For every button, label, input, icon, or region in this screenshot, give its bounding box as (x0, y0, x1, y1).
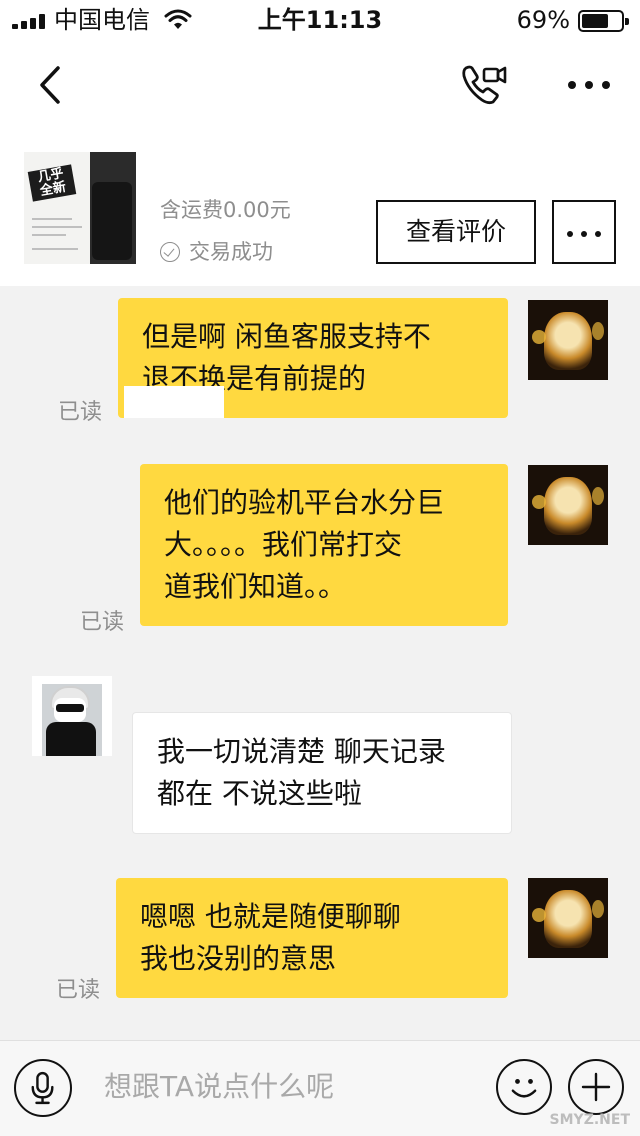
chat-area[interactable]: 但是啊 闲鱼客服支持不 退不换是有前提的 已读 他们的验机平台水分巨 大。。。。… (0, 286, 640, 1040)
read-status: 已读 (58, 400, 103, 425)
chevron-left-icon[interactable] (30, 60, 74, 110)
my-avatar[interactable] (528, 300, 608, 380)
contact-avatar[interactable] (32, 676, 112, 756)
read-status: 已读 (56, 978, 101, 1003)
smile-icon[interactable] (496, 1059, 552, 1115)
input-bar: 想跟TA说点什么呢 SMYZ.NET (0, 1040, 640, 1136)
message-bubble[interactable]: 嗯嗯 也就是随便聊聊 我也没别的意思 (116, 878, 508, 998)
watermark: SMYZ.NET (549, 1112, 630, 1128)
product-thumbnail[interactable]: 几乎 全新 (24, 152, 136, 264)
more-horizontal-icon[interactable] (562, 70, 618, 100)
microphone-icon[interactable] (14, 1059, 72, 1117)
deal-status-text: 交易成功 (189, 240, 273, 264)
battery-icon (578, 10, 629, 32)
phone-video-icon[interactable] (458, 60, 510, 110)
more-options-button[interactable] (552, 200, 616, 264)
message-input[interactable]: 想跟TA说点什么呢 (104, 1069, 334, 1105)
my-avatar[interactable] (528, 465, 608, 545)
more-horizontal-icon (567, 231, 573, 237)
product-card: 几乎 全新 含运费0.00元 交易成功 查看评价 (0, 130, 640, 286)
deal-status: 交易成功 (160, 238, 273, 266)
message-bubble[interactable]: 他们的验机平台水分巨 大。。。。我们常打交 道我们知道。。 (140, 464, 508, 626)
status-bar: 中国电信 上午11:13 69% (0, 0, 640, 40)
view-review-button[interactable]: 查看评价 (376, 200, 536, 264)
my-avatar[interactable] (528, 878, 608, 958)
price-label: 含运费0.00元 (160, 198, 291, 222)
battery-percent: 69% (516, 6, 570, 34)
message-bubble[interactable]: 我一切说清楚 聊天记录 都在 不说这些啦 (132, 712, 512, 834)
contact-name-redaction (124, 386, 224, 418)
check-circle-icon (160, 242, 180, 262)
plus-icon[interactable] (568, 1059, 624, 1115)
read-status: 已读 (80, 610, 125, 635)
